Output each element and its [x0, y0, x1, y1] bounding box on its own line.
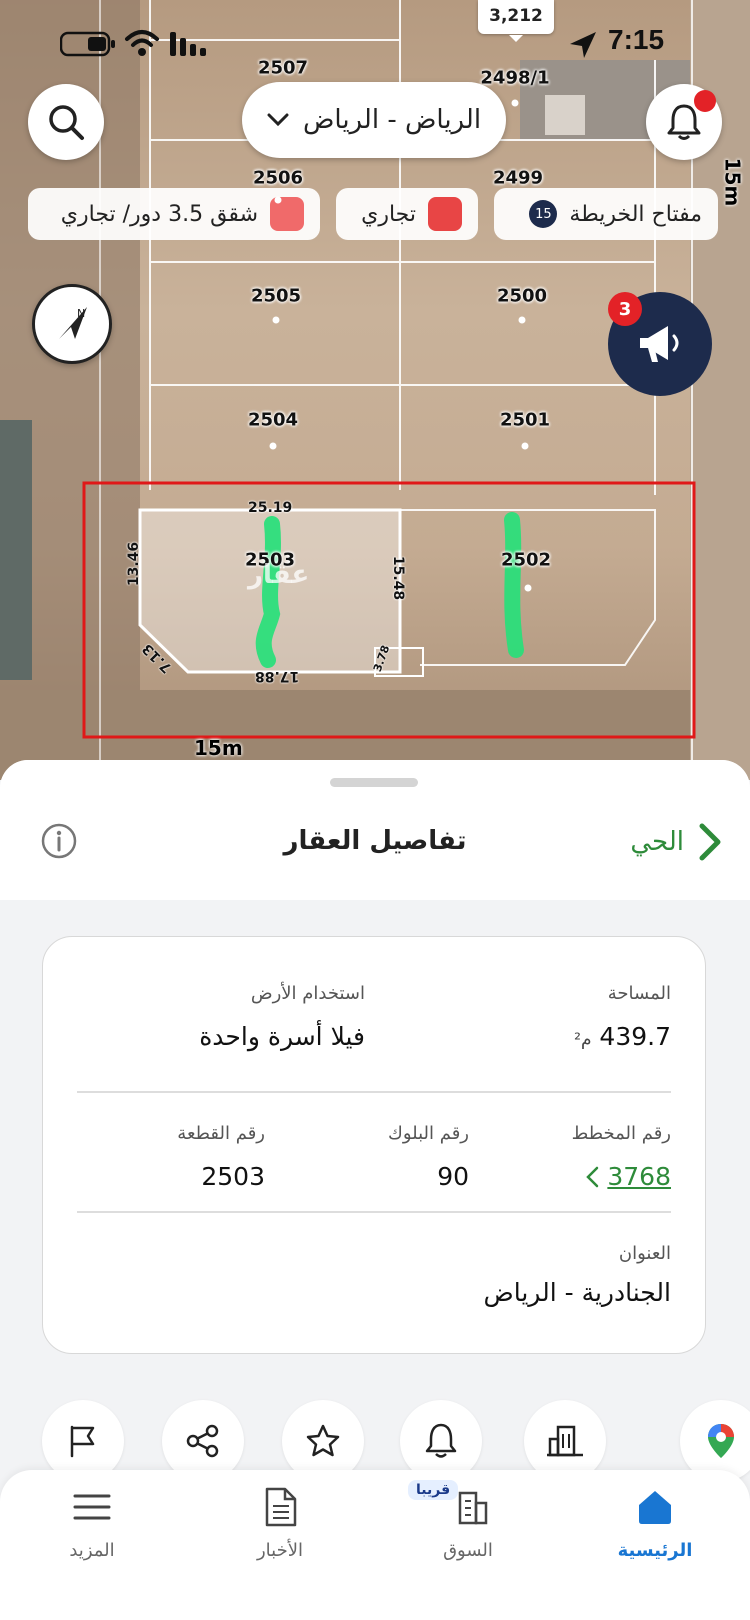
address-field: العنوان الجنادرية - الرياض	[484, 1243, 672, 1307]
location-arrow-icon	[570, 32, 596, 58]
area-unit: م²	[574, 1030, 592, 1050]
parcel-number-label: رقم القطعة	[177, 1123, 265, 1144]
parcel-number-field: رقم القطعة 2503	[177, 1123, 265, 1191]
satellite-map[interactable]: 3,212 7:15 الرياض - الرياض مفتاح الخريطة…	[0, 0, 750, 780]
city-selector[interactable]: الرياض - الرياض	[242, 82, 506, 158]
land-use-field: استخدام الأرض فيلا أسرة واحدة	[199, 983, 365, 1051]
lot-marker	[269, 442, 277, 450]
dimension-right: 15.48	[390, 555, 407, 601]
map-key-label: مفتاح الخريطة	[569, 201, 702, 227]
map-key-button[interactable]: مفتاح الخريطة 15	[494, 188, 718, 240]
dimension-left: 13.46	[126, 541, 143, 587]
commercial-swatch	[428, 197, 462, 231]
plan-number-link[interactable]: 3768	[585, 1162, 671, 1191]
legend-commercial-label: تجاري	[361, 201, 416, 227]
lot-marker	[274, 196, 282, 204]
svg-text:N: N	[77, 307, 85, 320]
sheet-header: تفاصيل العقار الحي	[0, 760, 750, 900]
compass-icon: N	[59, 307, 87, 339]
search-button[interactable]	[28, 84, 104, 160]
listing-count-bubble[interactable]: 3,212	[478, 0, 554, 42]
street-width-right: 15m	[720, 157, 745, 207]
clock: 7:15	[608, 24, 665, 55]
menu-icon	[73, 1494, 111, 1520]
block-number-value: 90	[437, 1162, 469, 1191]
lot-label: 2500	[496, 285, 548, 307]
divider	[77, 1091, 671, 1093]
plan-number-label: رقم المخطط	[571, 1123, 671, 1144]
coming-soon-badge: قريبا	[408, 1480, 459, 1500]
address-value: الجنادرية - الرياض	[483, 1278, 672, 1307]
home-icon	[639, 1491, 671, 1524]
star-icon	[306, 1424, 340, 1457]
parcel-number-value: 2503	[201, 1162, 265, 1191]
building-icon	[547, 1425, 583, 1457]
chevron-right-icon	[699, 823, 721, 861]
street-width-bottom: 15m	[194, 736, 243, 760]
lot-label: 2506	[252, 167, 304, 189]
tab-news[interactable]: الأخبار	[210, 1484, 350, 1561]
plan-number-field: رقم المخطط 3768	[572, 1123, 671, 1191]
chevron-left-icon	[586, 1166, 599, 1187]
announcements-badge: 3	[608, 292, 642, 326]
map-pin-icon	[708, 1424, 734, 1458]
area-field: المساحة 439.7 م²	[574, 983, 671, 1051]
district-label: الحي	[630, 827, 684, 857]
area-label: المساحة	[607, 983, 671, 1004]
sheet-grabber[interactable]	[330, 778, 418, 787]
lot-label[interactable]: 2502	[501, 550, 551, 571]
battery-icon	[60, 31, 115, 57]
lot-marker	[521, 442, 529, 450]
dimension-bottom: 17.88	[255, 668, 300, 684]
watermark: عقار	[248, 560, 310, 590]
lot-marker	[272, 316, 280, 324]
notifications-button[interactable]	[646, 84, 722, 160]
tab-home[interactable]: الرئيسية	[585, 1484, 725, 1561]
notification-dot	[694, 90, 716, 112]
property-info-card: المساحة 439.7 م² استخدام الأرض فيلا أسرة…	[42, 936, 706, 1354]
wifi-icon	[125, 30, 159, 56]
lot-marker	[511, 99, 519, 107]
flag-icon	[70, 1425, 95, 1458]
lot-label: 2507	[257, 57, 309, 79]
dimension-top: 25.19	[248, 500, 293, 516]
legend-commercial[interactable]: تجاري	[336, 188, 478, 240]
lot-label: 2498/1	[480, 67, 550, 89]
city-label: الرياض - الرياض	[302, 105, 482, 135]
lot-marker	[524, 584, 532, 592]
share-icon	[186, 1424, 219, 1458]
address-label: العنوان	[618, 1243, 671, 1264]
lot-label: 2501	[499, 409, 551, 431]
land-use-label: استخدام الأرض	[250, 983, 365, 1004]
lot-label: 2504	[247, 409, 299, 431]
map-key-count: 15	[529, 200, 558, 228]
chevron-down-icon	[267, 113, 289, 127]
legend-apartments-label: شقق 3.5 دور/ تجاري	[60, 201, 258, 227]
area-value: 439.7 م²	[574, 1022, 671, 1051]
divider	[77, 1211, 671, 1213]
lot-label: 2499	[492, 167, 544, 189]
land-use-value: فيلا أسرة واحدة	[199, 1022, 365, 1051]
megaphone-icon	[640, 326, 679, 362]
lot-marker	[518, 316, 526, 324]
district-link[interactable]: الحي	[630, 822, 722, 862]
bell-icon	[425, 1423, 457, 1458]
bottom-tab-bar: الرئيسية السوق قريبا الأخبار المزيد	[0, 1470, 750, 1620]
tab-more[interactable]: المزيد	[22, 1484, 162, 1561]
compass-button[interactable]: N	[32, 284, 112, 364]
block-number-label: رقم البلوك	[387, 1123, 469, 1144]
lot-label: 2505	[250, 285, 302, 307]
search-icon	[49, 105, 84, 140]
block-number-field: رقم البلوك 90	[388, 1123, 469, 1191]
news-icon	[265, 1487, 297, 1527]
signal-icon	[170, 32, 206, 56]
